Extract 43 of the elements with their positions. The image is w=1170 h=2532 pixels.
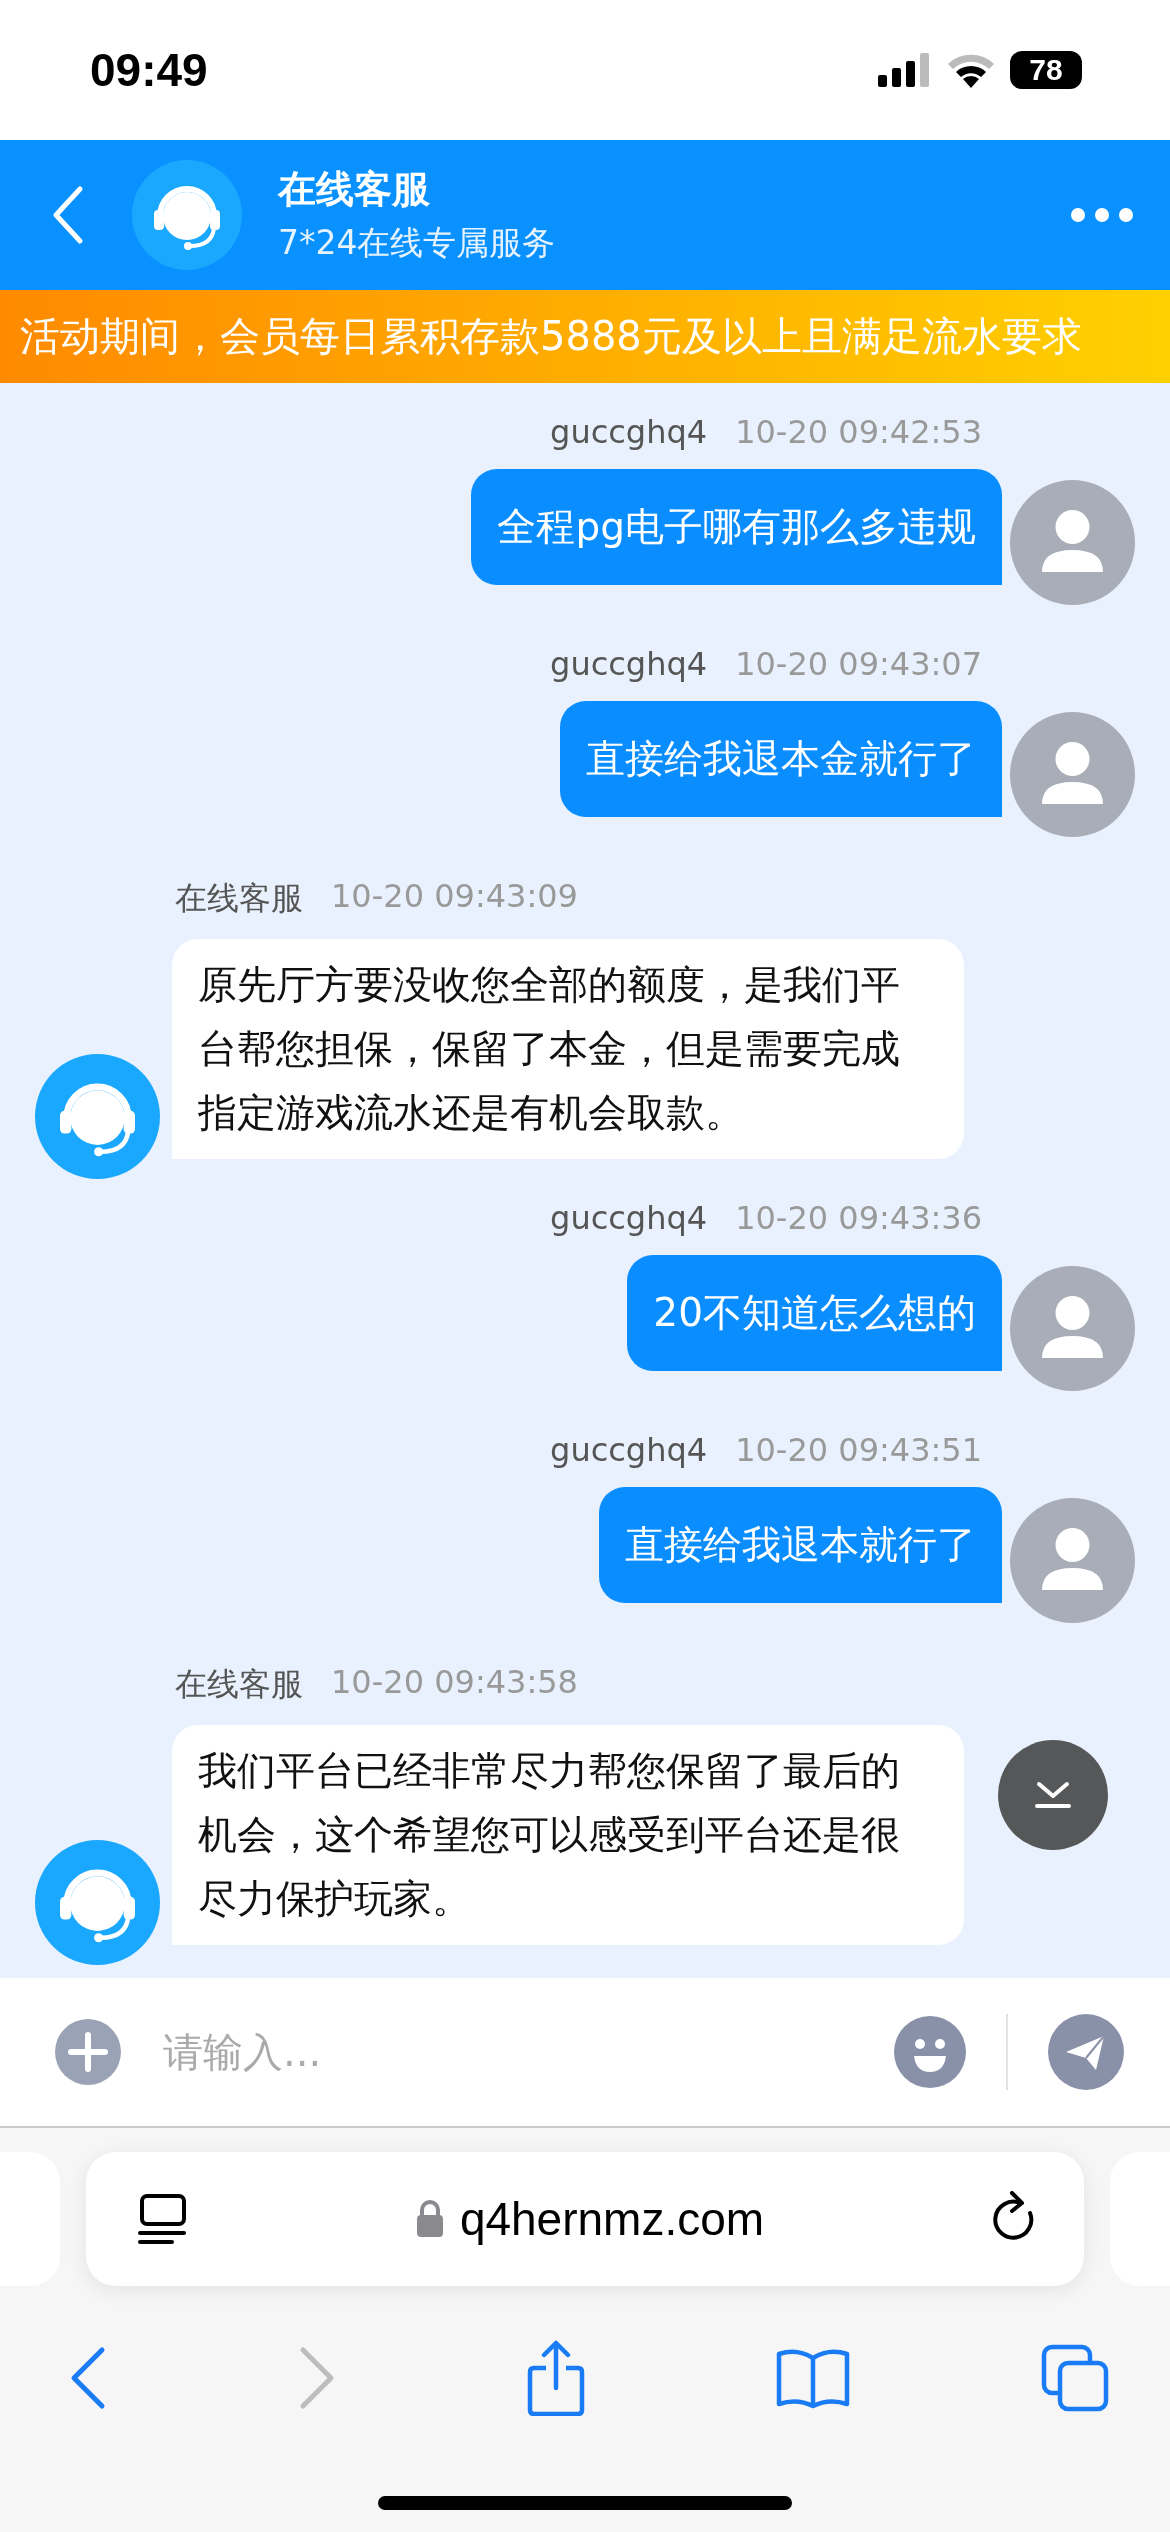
- user-avatar-icon: [1010, 712, 1135, 837]
- add-icon[interactable]: [55, 2019, 121, 2085]
- emoji-icon[interactable]: [894, 2016, 966, 2088]
- message-time: 10-20 09:43:07: [735, 645, 982, 683]
- sender-name: guccghq4: [550, 1431, 708, 1469]
- more-icon[interactable]: [1070, 207, 1134, 223]
- sent-message: 20不知道怎么想的: [627, 1255, 1002, 1371]
- message-input[interactable]: 请输入...: [161, 2028, 854, 2076]
- sent-message: 全程pg电子哪有那么多违规: [471, 469, 1002, 585]
- agent-avatar-icon: [132, 160, 242, 270]
- received-message: 我们平台已经非常尽力帮您保留了最后的机会，这个希望您可以感受到平台还是很尽力保护玩家。: [172, 1725, 964, 1945]
- message-time: 10-20 09:43:51: [735, 1431, 982, 1469]
- user-avatar-icon: [1010, 480, 1135, 605]
- signal-icon: [878, 53, 932, 87]
- sender-name: guccghq4: [550, 413, 708, 451]
- battery-icon: 78: [1010, 51, 1082, 89]
- tabs-icon[interactable]: [1040, 2343, 1110, 2413]
- announcement-text: 活动期间，会员每日累积存款5888元及以上且满足流水要求: [20, 312, 1082, 361]
- chat-title: 在线客服: [278, 166, 431, 213]
- message-time: 10-20 09:43:09: [331, 877, 578, 917]
- share-icon[interactable]: [526, 2340, 586, 2416]
- sender-name: guccghq4: [550, 645, 708, 683]
- wifi-icon: [946, 52, 996, 88]
- received-message: 原先厅方要没收您全部的额度，是我们平台帮您担保，保留了本金，但是需要完成指定游戏流水还是有机会取款。: [172, 939, 964, 1159]
- sender-name: 在线客服: [175, 1664, 303, 1705]
- sent-message: 直接给我退本就行了: [599, 1487, 1002, 1603]
- status-time: 09:49: [90, 43, 208, 97]
- send-icon[interactable]: [1048, 2014, 1124, 2090]
- sender-name: 在线客服: [175, 878, 303, 919]
- user-avatar-icon: [1010, 1266, 1135, 1391]
- reader-icon[interactable]: [138, 2193, 188, 2245]
- agent-avatar-icon: [35, 1054, 160, 1179]
- sender-name: guccghq4: [550, 1199, 708, 1237]
- chat-subtitle: 7*24在线专属服务: [278, 222, 557, 264]
- user-avatar-icon: [1010, 1498, 1135, 1623]
- message-time: 10-20 09:43:36: [735, 1199, 982, 1237]
- agent-avatar-icon: [35, 1840, 160, 1965]
- message-time: 10-20 09:42:53: [735, 413, 982, 451]
- lock-icon: [415, 2200, 444, 2238]
- message-time: 10-20 09:43:58: [331, 1663, 578, 1703]
- sent-message: 直接给我退本金就行了: [560, 701, 1002, 817]
- address-bar[interactable]: q4hernmz.com: [86, 2152, 1084, 2286]
- url-text: q4hernmz.com: [459, 2192, 765, 2246]
